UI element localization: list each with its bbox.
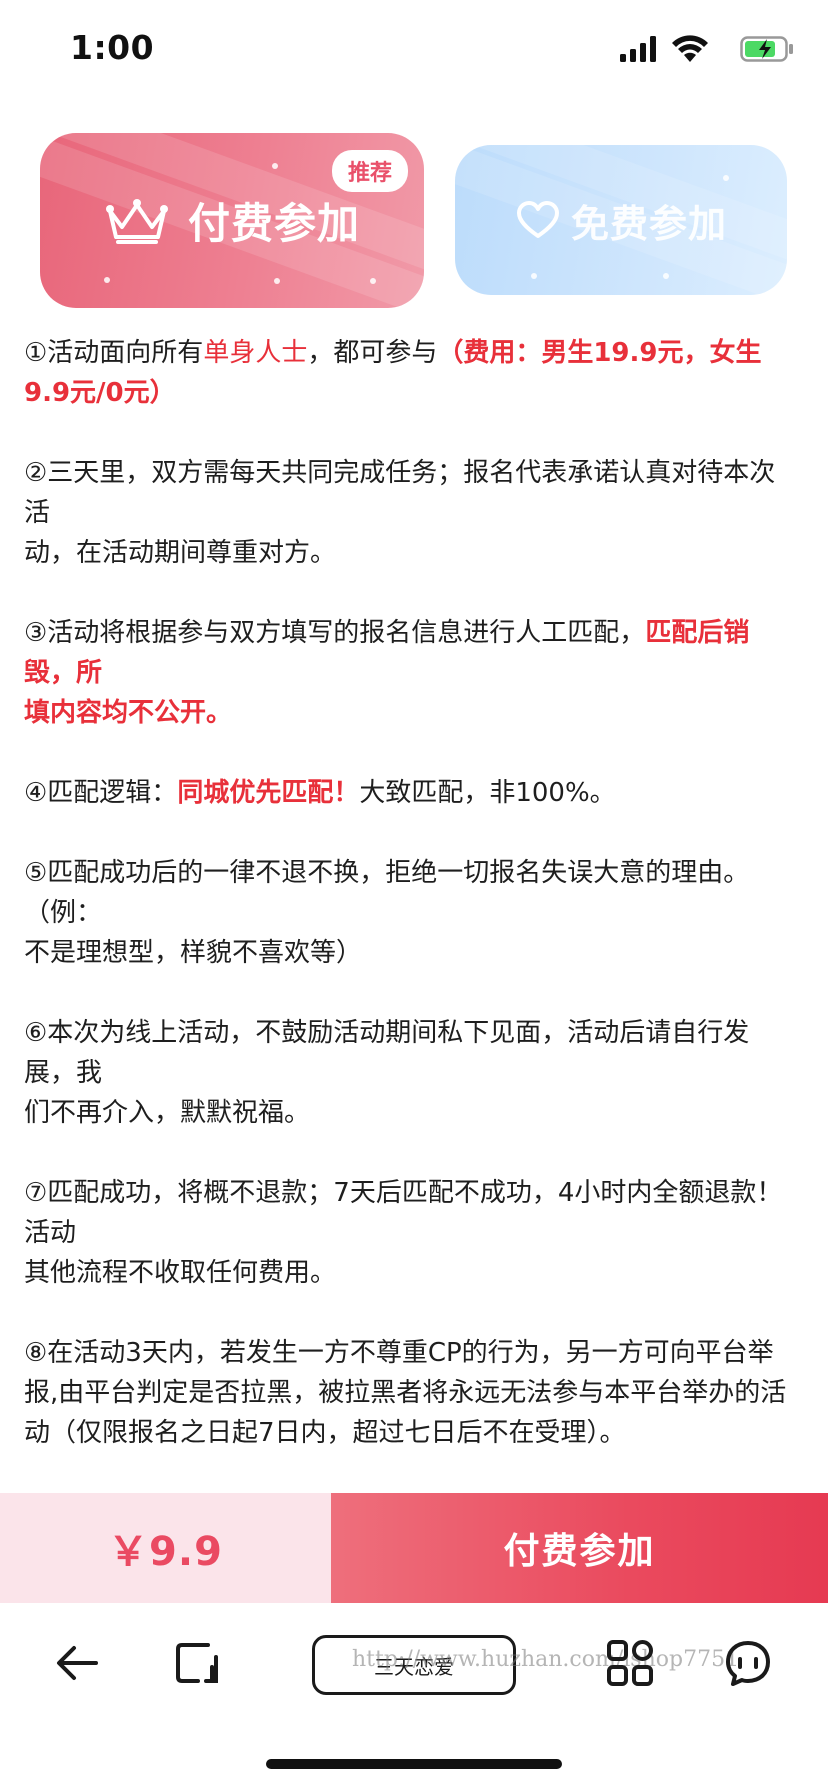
heart-icon (516, 201, 559, 238)
activity-signup-page: 1:00 推荐 付费参加 免费参加 ①活动面向所有单身人士，都可参与（费用：男生… (0, 0, 828, 1792)
rule-highlight: 同城优先匹配！ (177, 778, 360, 808)
chat-icon[interactable] (722, 1637, 774, 1689)
free-option-content: 免费参加 (455, 145, 787, 295)
watermark-text: http://www.huzhan.com/ishop7751 (352, 1647, 740, 1672)
free-option-label: 免费参加 (570, 201, 727, 246)
rules-list: ①活动面向所有单身人士，都可参与（费用：男生19.9元，女生9.9元/0元） ②三… (24, 333, 794, 1493)
rule-item: ⑦匹配成功，将概不退款；7天后匹配不成功，4小时内全额退款！活动 其他流程不收取任… (24, 1173, 794, 1293)
rule-item: ⑧在活动3天内，若发生一方不尊重CP的行为，另一方可向平台举报,由平台判定是否拉… (24, 1333, 794, 1453)
rule-item: ④匹配逻辑：同城优先匹配！大致匹配，非100%。 (24, 773, 794, 813)
rule-text: ②三天里，双方需每天共同完成任务；报名代表承诺认真对待本次活 动，在活动期间尊重对… (24, 458, 776, 568)
pay-join-label: 付费参加 (503, 1531, 656, 1572)
rule-item: ⑥本次为线上活动，不鼓励活动期间私下见面，活动后请自行发展，我 们不再介入，默默祝… (24, 1013, 794, 1133)
rule-text: ④匹配逻辑： (24, 778, 178, 808)
crown-icon (105, 198, 168, 244)
status-time: 1:00 (70, 28, 155, 67)
apps-grid-icon[interactable] (604, 1637, 656, 1689)
paid-option-card[interactable]: 推荐 付费参加 (40, 133, 424, 308)
battery-icon (740, 36, 793, 62)
pay-join-button[interactable]: 付费参加 (331, 1493, 828, 1603)
rule-text: ⑥本次为线上活动，不鼓励活动期间私下见面，活动后请自行发展，我 们不再介入，默默祝… (24, 1018, 750, 1128)
rule-text: 大致匹配，非100%。 (359, 778, 616, 808)
free-option-card[interactable]: 免费参加 (455, 145, 787, 295)
rule-item: ①活动面向所有单身人士，都可参与（费用：男生19.9元，女生9.9元/0元） (24, 333, 794, 413)
rule-text: ⑤匹配成功后的一律不退不换，拒绝一切报名失误大意的理由。（例： 不是理想型，样貌不… (24, 858, 750, 968)
signal-icon (620, 36, 656, 62)
rule-item: ⑤匹配成功后的一律不退不换，拒绝一切报名失误大意的理由。（例： 不是理想型，样貌不… (24, 853, 794, 973)
rule-text: ①活动面向所有 (24, 338, 204, 368)
tabs-icon[interactable] (172, 1637, 224, 1689)
wifi-icon (672, 35, 708, 62)
rule-text: ③活动将根据参与双方填写的报名信息进行人工匹配， (24, 618, 646, 648)
paid-option-content: 付费参加 (40, 133, 424, 308)
rule-text: ⑦匹配成功，将概不退款；7天后匹配不成功，4小时内全额退款！活动 其他流程不收取任… (24, 1178, 783, 1288)
back-arrow-icon[interactable] (52, 1637, 104, 1689)
rule-item: ②三天里，双方需每天共同完成任务；报名代表承诺认真对待本次活 动，在活动期间尊重对… (24, 453, 794, 573)
status-icons (614, 35, 794, 64)
rule-highlight: 单身人士 (203, 338, 308, 368)
paid-option-label: 付费参加 (187, 199, 360, 248)
price-area: ￥9.9 (0, 1493, 331, 1603)
rule-text: ⑧在活动3天内，若发生一方不尊重CP的行为，另一方可向平台举报,由平台判定是否拉… (24, 1338, 787, 1448)
price-text: ￥9.9 (108, 1529, 223, 1575)
browser-toolbar: 三天恋爱 http://www.huzhan.com/ishop7751 (0, 1603, 828, 1723)
home-indicator (266, 1759, 562, 1769)
rule-text: ，都可参与 (307, 338, 438, 368)
status-bar: 1:00 (0, 0, 828, 100)
rule-item: ③活动将根据参与双方填写的报名信息进行人工匹配，匹配后销毁，所 填内容均不公开。 (24, 613, 794, 733)
